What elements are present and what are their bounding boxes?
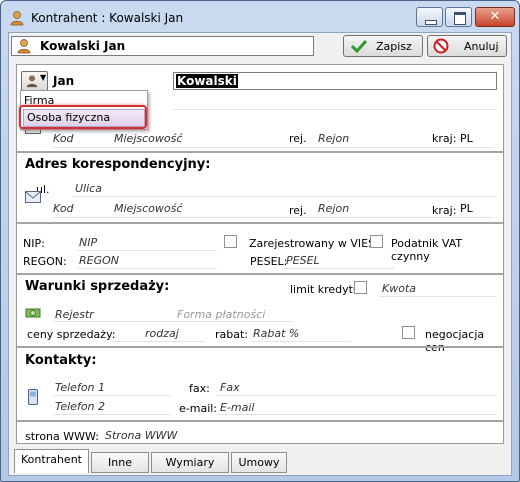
- credit-value[interactable]: Kwota: [382, 282, 416, 295]
- pesel-line: [284, 268, 394, 269]
- phone2-line: [53, 414, 171, 415]
- credit-line: [379, 296, 497, 297]
- tab-inne[interactable]: Inne: [91, 452, 149, 473]
- corr-rejon[interactable]: Rejon: [318, 202, 349, 215]
- contractor-name: Kowalski Jan: [40, 39, 126, 53]
- cancel-label: Anuluj: [464, 40, 499, 53]
- negotiation-checkbox[interactable]: [402, 326, 415, 339]
- fax-line: [217, 395, 497, 396]
- website-value[interactable]: Strona WWW: [105, 429, 177, 442]
- contacts-heading: Kontakty:: [25, 353, 97, 368]
- checkmark-icon: [351, 39, 367, 53]
- envelope-icon: [25, 191, 41, 203]
- phone1-line: [53, 395, 171, 396]
- tab-kontrahent[interactable]: Kontrahent: [14, 449, 89, 473]
- cancel-icon: [433, 38, 449, 54]
- vies-checkbox[interactable]: [224, 235, 237, 248]
- fax-label: fax:: [189, 382, 210, 395]
- corr-kraj[interactable]: PL: [460, 202, 473, 215]
- pesel-value[interactable]: PESEL: [286, 254, 320, 267]
- email-label: e-mail:: [179, 402, 218, 415]
- regon-line: [77, 268, 217, 269]
- person-icon: [26, 75, 38, 88]
- main-rej-label: rej.: [289, 132, 307, 145]
- rejestr-value[interactable]: Rejestr: [55, 308, 94, 321]
- rabat-line: [251, 341, 351, 342]
- corr-rej-label: rej.: [289, 204, 307, 217]
- regon-value[interactable]: REGON: [79, 254, 119, 267]
- main-rejon[interactable]: Rejon: [318, 132, 349, 145]
- regon-label: REGON:: [23, 255, 67, 268]
- corr-line-1: [73, 196, 497, 197]
- address-line-2: [53, 147, 493, 148]
- phone2-value[interactable]: Telefon 2: [55, 400, 105, 413]
- separator-5: [17, 420, 503, 422]
- tab-umowy[interactable]: Umowy: [231, 452, 287, 473]
- credit-label: limit kredytu:: [290, 283, 364, 296]
- maximize-button[interactable]: [445, 7, 472, 27]
- credit-checkbox[interactable]: [354, 281, 367, 294]
- window: Kontrahent : Kowalski Jan ✕ Kowalski Jan…: [0, 0, 520, 482]
- corr-miejscowosc[interactable]: Miejscowość: [114, 202, 182, 215]
- main-kod[interactable]: Kod: [53, 132, 74, 145]
- chevron-down-icon: ▼: [40, 73, 47, 82]
- tab-wymiary[interactable]: Wymiary: [151, 452, 229, 473]
- sales-heading: Warunki sprzedaży:: [25, 279, 170, 294]
- phone-icon: [28, 389, 38, 405]
- rabat-label: rabat:: [215, 328, 249, 341]
- email-line: [217, 414, 497, 415]
- cancel-button[interactable]: Anuluj: [427, 35, 507, 57]
- separator-4: [17, 346, 503, 348]
- contractor-name-field[interactable]: Kowalski Jan: [11, 36, 314, 56]
- phone1-value[interactable]: Telefon 1: [55, 381, 105, 394]
- price-kind-value[interactable]: rodzaj: [145, 327, 179, 340]
- corr-line-2: [53, 217, 493, 218]
- highlight-frame: [19, 105, 147, 129]
- prices-label: ceny sprzedaży:: [27, 328, 116, 341]
- nip-value[interactable]: NIP: [79, 236, 97, 249]
- pesel-label: PESEL:: [250, 255, 288, 268]
- price-kind-line: [113, 341, 205, 342]
- last-name-input[interactable]: Kowalski: [173, 72, 497, 90]
- window-title: Kontrahent : Kowalski Jan: [31, 11, 184, 25]
- save-button[interactable]: Zapisz: [343, 35, 423, 57]
- separator-2: [17, 222, 503, 224]
- contractor-panel: ▼ Jan Kowalski Firma Osoba fizyczna Kod …: [16, 64, 504, 444]
- separator-1: [17, 151, 503, 153]
- main-kraj-label: kraj:: [432, 132, 457, 145]
- corr-kod[interactable]: Kod: [53, 202, 74, 215]
- close-button[interactable]: ✕: [475, 7, 515, 27]
- minimize-button[interactable]: [416, 7, 443, 27]
- vat-checkbox[interactable]: [370, 235, 383, 248]
- save-label: Zapisz: [376, 40, 412, 53]
- first-name[interactable]: Jan: [53, 74, 74, 88]
- nip-label: NIP:: [23, 237, 45, 250]
- vies-label: Zarejestrowany w VIES: [249, 237, 376, 250]
- corr-kraj-label: kraj:: [432, 204, 457, 217]
- website-line: [103, 443, 497, 444]
- negotiation-label: negocjacja cen: [425, 328, 485, 354]
- vat-label: Podatnik VAT czynny: [391, 237, 463, 263]
- fax-value[interactable]: Fax: [220, 381, 240, 394]
- contractor-person-icon: [10, 11, 24, 26]
- last-name-value: Kowalski: [176, 74, 238, 88]
- main-kraj[interactable]: PL: [460, 132, 473, 145]
- corr-ulica[interactable]: Ulica: [75, 182, 102, 195]
- rabat-value[interactable]: Rabat %: [253, 327, 299, 340]
- nip-line: [77, 250, 217, 251]
- money-icon: [25, 308, 41, 318]
- corr-address-heading: Adres korespondencyjny:: [25, 157, 211, 172]
- email-value[interactable]: E-mail: [220, 401, 255, 414]
- separator-3: [17, 273, 503, 275]
- website-label: strona WWW:: [25, 430, 99, 443]
- title-bar: Kontrahent : Kowalski Jan ✕: [1, 1, 519, 33]
- main-miejscowosc[interactable]: Miejscowość: [114, 132, 182, 145]
- contractor-type-button[interactable]: ▼: [21, 71, 48, 91]
- payment-form-value[interactable]: Forma płatności: [177, 308, 265, 321]
- address-line-1: [173, 109, 497, 110]
- person-icon: [17, 39, 31, 54]
- rejestr-line: [53, 321, 293, 322]
